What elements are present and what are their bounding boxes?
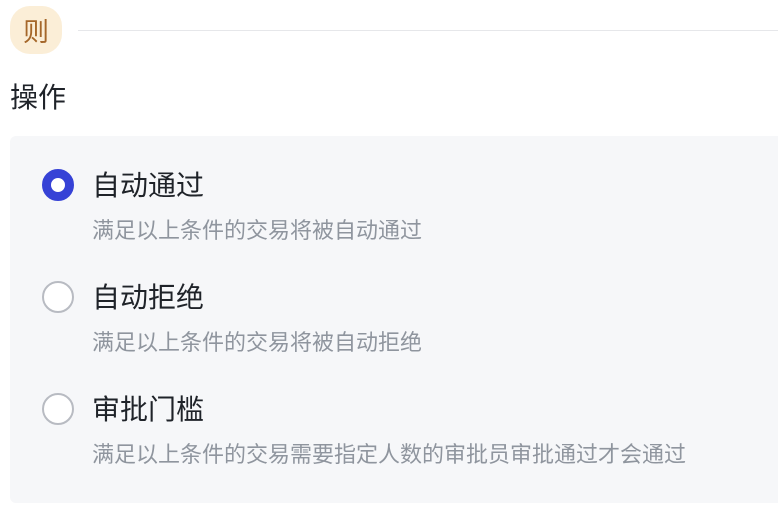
header-divider <box>78 30 778 31</box>
option-desc-approval-threshold: 满足以上条件的交易需要指定人数的审批员审批通过才会通过 <box>92 443 687 468</box>
rule-header: 则 <box>10 6 778 54</box>
action-options-panel: 自动通过 满足以上条件的交易将被自动通过 自动拒绝 满足以上条件的交易将被自动拒… <box>10 136 778 503</box>
option-title-approval-threshold[interactable]: 审批门槛 <box>92 390 204 430</box>
radio-auto-approve[interactable] <box>42 169 74 201</box>
option-title-auto-approve[interactable]: 自动通过 <box>92 166 204 206</box>
action-section-label: 操作 <box>10 81 67 114</box>
option-title-auto-reject[interactable]: 自动拒绝 <box>92 278 204 318</box>
radio-auto-reject[interactable] <box>42 281 74 313</box>
option-desc-auto-approve: 满足以上条件的交易将被自动通过 <box>92 219 423 244</box>
option-auto-approve[interactable]: 自动通过 满足以上条件的交易将被自动通过 <box>10 166 778 256</box>
option-desc-auto-reject: 满足以上条件的交易将被自动拒绝 <box>92 331 423 356</box>
then-badge: 则 <box>10 6 62 54</box>
option-auto-reject[interactable]: 自动拒绝 满足以上条件的交易将被自动拒绝 <box>10 278 778 368</box>
option-approval-threshold[interactable]: 审批门槛 满足以上条件的交易需要指定人数的审批员审批通过才会通过 <box>10 390 778 480</box>
radio-approval-threshold[interactable] <box>42 393 74 425</box>
rule-action-section: 则 操作 自动通过 满足以上条件的交易将被自动通过 自动拒绝 满足以上条件的交易… <box>0 0 778 522</box>
